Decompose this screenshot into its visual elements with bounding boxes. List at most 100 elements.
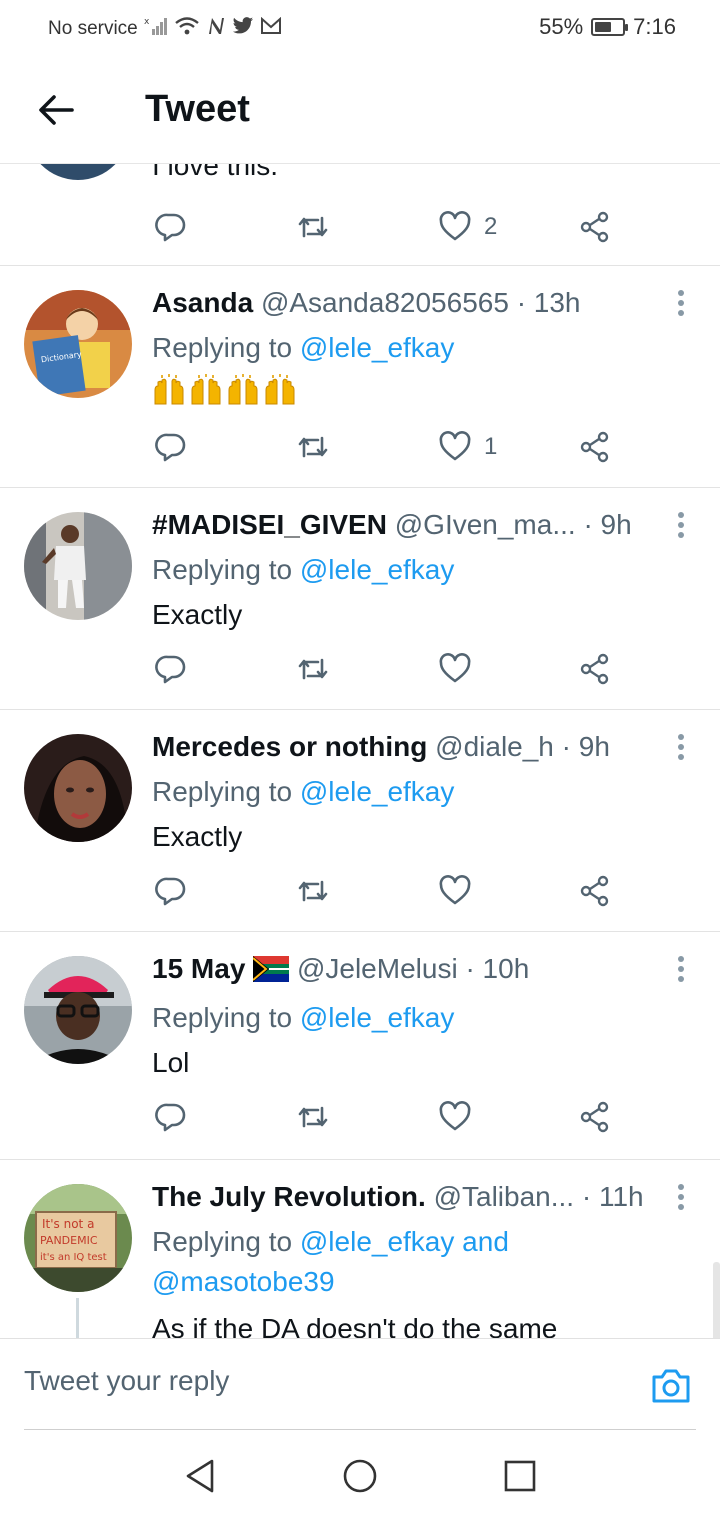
nav-back-icon[interactable] xyxy=(182,1458,218,1494)
tweet-time: · 10h xyxy=(465,953,530,984)
page-title: Tweet xyxy=(145,88,250,130)
mention-link[interactable]: @lele_efkay xyxy=(300,1226,455,1257)
reply-button[interactable] xyxy=(154,1100,188,1134)
share-button[interactable] xyxy=(578,874,612,908)
retweet-icon xyxy=(298,658,328,680)
tweet[interactable]: Dictionary Asanda @Asanda82056565 · 13h … xyxy=(0,266,720,488)
nav-recents-icon[interactable] xyxy=(502,1458,538,1494)
share-button[interactable] xyxy=(578,210,612,244)
more-options-icon[interactable] xyxy=(676,956,686,984)
retweet-button[interactable] xyxy=(296,1100,330,1134)
partial-tweet: I love this. 2 xyxy=(0,164,720,266)
replying-to: Replying to @lele_efkay xyxy=(152,550,454,590)
more-options-icon[interactable] xyxy=(676,1184,686,1212)
mention-link[interactable]: @lele_efkay xyxy=(300,1002,455,1033)
avatar[interactable]: It's not a PANDEMIC it's an IQ test xyxy=(24,1184,132,1292)
tweet-text xyxy=(152,374,300,416)
replying-to: Replying to @lele_efkay xyxy=(152,328,454,368)
display-name[interactable]: #MADISEI_GIVEN xyxy=(152,509,387,540)
retweet-icon xyxy=(298,1106,328,1128)
mention-link[interactable]: @masotobe39 xyxy=(152,1266,335,1297)
replying-to: Replying to @lele_efkay xyxy=(152,998,454,1038)
user-handle[interactable]: @Taliban... xyxy=(434,1181,575,1212)
reply-button[interactable] xyxy=(154,652,188,686)
signal-off-icon: x xyxy=(144,16,168,41)
tweet[interactable]: 15 May @JeleMelusi · 10h Replying to @le… xyxy=(0,932,720,1160)
display-name[interactable]: 15 May xyxy=(152,953,245,984)
back-arrow-icon[interactable] xyxy=(36,90,76,130)
avatar[interactable] xyxy=(26,164,130,180)
reply-input[interactable]: Tweet your reply xyxy=(24,1365,229,1397)
tweet-text: Exactly xyxy=(152,821,243,852)
share-icon xyxy=(580,875,609,907)
retweet-icon xyxy=(298,216,328,238)
carrier-label: No service xyxy=(48,17,138,39)
heart-icon xyxy=(439,211,471,241)
more-options-icon[interactable] xyxy=(676,290,686,318)
tweet-header: Asanda @Asanda82056565 · 13h xyxy=(152,286,660,320)
more-options-icon[interactable] xyxy=(676,734,686,762)
share-icon xyxy=(580,1101,609,1133)
avatar[interactable] xyxy=(24,734,132,842)
display-name[interactable]: Asanda xyxy=(152,287,253,318)
user-handle[interactable]: @JeleMelusi xyxy=(297,953,458,984)
twitter-icon xyxy=(232,16,254,41)
tweet[interactable]: #MADISEI_GIVEN @GIven_ma... · 9h Replyin… xyxy=(0,488,720,710)
reply-button[interactable] xyxy=(154,430,188,464)
tweet-time: · 13h xyxy=(516,287,581,318)
tweet[interactable]: Mercedes or nothing @diale_h · 9h Replyi… xyxy=(0,710,720,932)
reply-feed[interactable]: I love this. 2 Dictionary Asanda @Asanda… xyxy=(0,164,720,1338)
scrollbar[interactable] xyxy=(713,1262,720,1338)
share-button[interactable] xyxy=(578,1100,612,1134)
user-handle[interactable]: @Asanda82056565 xyxy=(261,287,509,318)
like-button[interactable] xyxy=(438,874,472,908)
reply-icon xyxy=(155,877,186,906)
tweet-time: · 11h xyxy=(581,1181,644,1212)
avatar[interactable] xyxy=(24,956,132,1064)
sign-text-line-3: it's an IQ test xyxy=(40,1252,107,1263)
like-button[interactable]: 1 xyxy=(438,430,497,464)
replying-label: Replying to xyxy=(152,1002,300,1033)
retweet-icon xyxy=(298,880,328,902)
reply-button[interactable] xyxy=(154,874,188,908)
heart-icon xyxy=(439,653,471,683)
tweet[interactable]: It's not a PANDEMIC it's an IQ test The Ju… xyxy=(0,1160,720,1338)
tweet-actions xyxy=(152,652,632,692)
tweet-actions: 1 xyxy=(152,430,632,470)
mention-link[interactable]: @lele_efkay xyxy=(300,554,455,585)
mention-link[interactable]: @lele_efkay xyxy=(300,776,455,807)
retweet-button[interactable] xyxy=(296,210,330,244)
clock: 7:16 xyxy=(633,14,676,39)
display-name[interactable]: Mercedes or nothing xyxy=(152,731,427,762)
reply-button[interactable] xyxy=(154,210,188,244)
retweet-button[interactable] xyxy=(296,874,330,908)
tweet-actions xyxy=(152,874,632,914)
avatar[interactable] xyxy=(24,512,132,620)
nav-home-icon[interactable] xyxy=(342,1458,378,1494)
reply-icon xyxy=(155,433,186,462)
tweet-time: · 9h xyxy=(583,509,632,540)
replying-to: Replying to @lele_efkay and @masotobe39 xyxy=(152,1222,509,1302)
replying-to: Replying to @lele_efkay xyxy=(152,772,454,812)
display-name[interactable]: The July Revolution. xyxy=(152,1181,426,1212)
like-button[interactable]: 2 xyxy=(438,210,497,244)
tweet-text: Lol xyxy=(152,1047,190,1078)
tweet-actions xyxy=(152,1100,632,1140)
user-handle[interactable]: @GIven_ma... xyxy=(395,509,576,540)
battery-icon xyxy=(591,18,629,36)
mention-link[interactable]: @lele_efkay xyxy=(300,332,455,363)
app-header: Tweet xyxy=(0,56,720,164)
more-options-icon[interactable] xyxy=(676,512,686,540)
user-handle[interactable]: @diale_h xyxy=(435,731,554,762)
tweet-header: #MADISEI_GIVEN @GIven_ma... · 9h xyxy=(152,508,660,542)
retweet-button[interactable] xyxy=(296,652,330,686)
camera-icon[interactable] xyxy=(650,1367,692,1405)
like-button[interactable] xyxy=(438,1100,472,1134)
share-button[interactable] xyxy=(578,652,612,686)
like-button[interactable] xyxy=(438,652,472,686)
reply-icon xyxy=(155,213,186,242)
replying-label: Replying to xyxy=(152,554,300,585)
avatar[interactable]: Dictionary xyxy=(24,290,132,398)
retweet-button[interactable] xyxy=(296,430,330,464)
share-button[interactable] xyxy=(578,430,612,464)
